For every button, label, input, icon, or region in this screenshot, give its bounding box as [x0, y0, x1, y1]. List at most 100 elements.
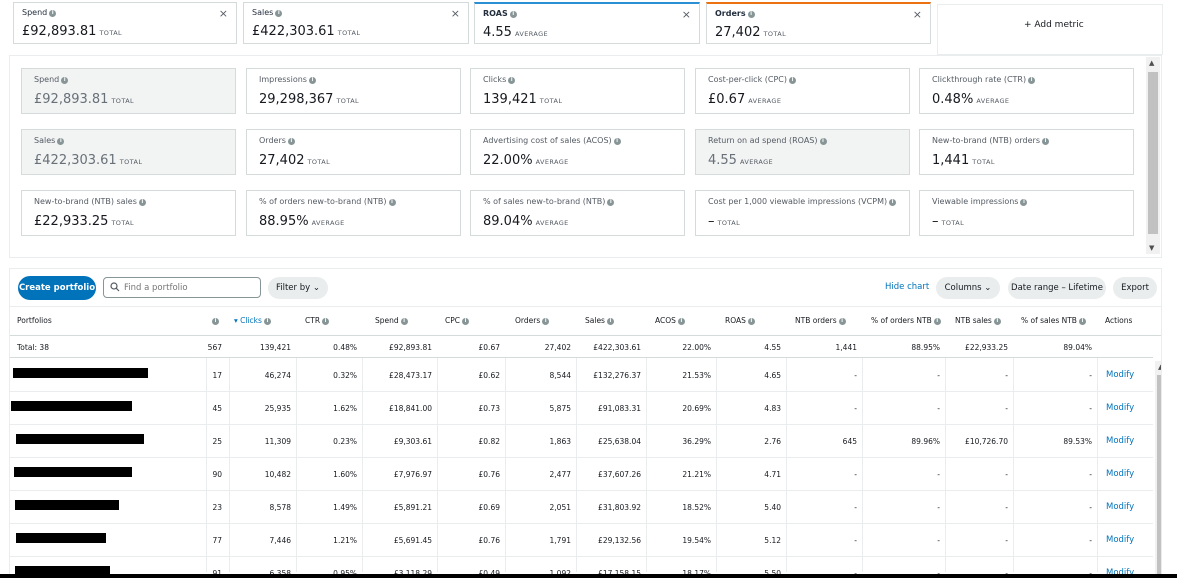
- metric-card[interactable]: Orders i 27,402 TOTAL: [246, 129, 461, 175]
- table-cell: 1.62%: [333, 404, 357, 413]
- search-input[interactable]: [124, 281, 256, 295]
- column-header[interactable]: Sales i: [585, 316, 614, 325]
- info-icon[interactable]: i: [1020, 199, 1028, 206]
- metric-grid-scrollbar[interactable]: ▲ ▼: [1146, 57, 1160, 254]
- info-icon[interactable]: i: [789, 77, 796, 84]
- tab-roas[interactable]: ROAS i 4.55 AVERAGE ×: [474, 2, 700, 44]
- column-header[interactable]: NTB orders i: [795, 316, 846, 325]
- close-icon[interactable]: ×: [219, 7, 228, 20]
- column-header[interactable]: % of sales NTB i: [1021, 316, 1086, 325]
- modify-link[interactable]: Modify: [1106, 370, 1134, 380]
- info-icon[interactable]: i: [322, 318, 330, 325]
- info-icon[interactable]: i: [57, 138, 65, 145]
- scrollbar-thumb[interactable]: [1157, 375, 1161, 575]
- tab-spend[interactable]: Spend i £92,893.81 TOTAL ×: [13, 2, 237, 44]
- column-header-label: NTB orders: [795, 316, 837, 325]
- modify-link[interactable]: Modify: [1106, 403, 1134, 413]
- info-icon[interactable]: i: [606, 318, 614, 325]
- info-icon[interactable]: i: [400, 318, 408, 325]
- column-header[interactable]: Orders i: [515, 316, 550, 325]
- metric-card[interactable]: New-to-brand (NTB) sales i £22,933.25 TOTAL: [21, 190, 236, 236]
- tab-orders[interactable]: Orders i 27,402 TOTAL ×: [706, 2, 931, 44]
- metric-card[interactable]: Clickthrough rate (CTR) i 0.48% AVERAGE: [919, 68, 1134, 114]
- info-icon[interactable]: i: [509, 11, 517, 18]
- export-button[interactable]: Export: [1113, 277, 1157, 299]
- columns-dropdown[interactable]: Columns ⌄: [936, 277, 1000, 299]
- info-icon[interactable]: i: [933, 318, 941, 325]
- info-icon[interactable]: i: [263, 318, 271, 325]
- modify-link[interactable]: Modify: [1106, 502, 1134, 512]
- total-cell: £22,933.25: [965, 343, 1008, 352]
- info-icon[interactable]: i: [212, 318, 219, 325]
- filter-by-dropdown[interactable]: Filter by ⌄: [268, 277, 328, 299]
- add-metric-button[interactable]: + Add metric: [937, 4, 1163, 55]
- info-icon[interactable]: i: [747, 318, 755, 325]
- metric-card[interactable]: Sales i £422,303.61 TOTAL: [21, 129, 236, 175]
- column-header[interactable]: ▾ Clicks i: [234, 316, 271, 325]
- info-icon[interactable]: i: [542, 318, 550, 325]
- metric-card[interactable]: Advertising cost of sales (ACOS) i 22.00% A…: [470, 129, 685, 175]
- search-box[interactable]: [103, 277, 261, 298]
- scrollbar-thumb[interactable]: [1148, 72, 1158, 234]
- metric-card[interactable]: Viewable impressions i – TOTAL: [919, 190, 1134, 236]
- info-icon[interactable]: i: [1042, 138, 1050, 145]
- column-header[interactable]: CPC i: [445, 316, 469, 325]
- column-header[interactable]: Actions: [1105, 316, 1132, 325]
- column-header[interactable]: Spend i: [375, 316, 408, 325]
- metric-card[interactable]: Spend i £92,893.81 TOTAL: [21, 68, 236, 114]
- info-icon[interactable]: i: [607, 199, 615, 206]
- info-icon[interactable]: i: [138, 199, 146, 206]
- scroll-up-icon[interactable]: ▲: [1149, 59, 1154, 67]
- info-icon[interactable]: i: [838, 318, 846, 325]
- column-header[interactable]: ROAS i: [725, 316, 755, 325]
- info-icon[interactable]: i: [61, 77, 69, 84]
- close-icon[interactable]: ×: [913, 8, 922, 21]
- metric-card[interactable]: Return on ad spend (ROAS) i 4.55 AVERAGE: [695, 129, 910, 175]
- scroll-up-icon[interactable]: ▲: [1158, 363, 1161, 371]
- metric-card[interactable]: Impressions i 29,298,367 TOTAL: [246, 68, 461, 114]
- tab-sales[interactable]: Sales i £422,303.61 TOTAL ×: [243, 2, 469, 44]
- metric-card[interactable]: Cost per 1,000 viewable impressions (VCP…: [695, 190, 910, 236]
- column-header[interactable]: ACOS i: [655, 316, 685, 325]
- info-icon[interactable]: i: [388, 199, 396, 206]
- modify-link[interactable]: Modify: [1106, 535, 1134, 545]
- info-icon[interactable]: i: [747, 11, 755, 18]
- metric-label: Cost per 1,000 viewable impressions (VCP…: [708, 197, 888, 206]
- create-portfolio-button[interactable]: Create portfolio: [18, 276, 96, 300]
- table-scrollbar[interactable]: ▲: [1155, 361, 1161, 577]
- metric-card[interactable]: New-to-brand (NTB) orders i 1,441 TOTAL: [919, 129, 1134, 175]
- column-header[interactable]: % of orders NTB i: [871, 316, 941, 325]
- info-icon[interactable]: i: [287, 138, 295, 145]
- column-header[interactable]: Portfolios: [17, 316, 52, 325]
- column-header[interactable]: i: [210, 316, 219, 325]
- info-icon[interactable]: i: [613, 138, 621, 145]
- column-header[interactable]: NTB sales i: [955, 316, 1001, 325]
- close-icon[interactable]: ×: [682, 8, 691, 21]
- modify-link[interactable]: Modify: [1106, 469, 1134, 479]
- info-icon[interactable]: i: [508, 77, 516, 84]
- metric-value: £22,933.25: [34, 214, 109, 229]
- info-icon[interactable]: i: [275, 10, 283, 17]
- table-cell: £37,607.26: [598, 470, 641, 479]
- info-icon[interactable]: i: [1028, 77, 1036, 84]
- info-icon[interactable]: i: [49, 10, 57, 17]
- info-icon[interactable]: i: [819, 138, 827, 145]
- info-icon[interactable]: i: [677, 318, 685, 325]
- info-icon[interactable]: i: [993, 318, 1001, 325]
- info-icon[interactable]: i: [462, 318, 469, 325]
- table-cell: £0.69: [478, 503, 500, 512]
- metric-card[interactable]: % of orders new-to-brand (NTB) i 88.95% AVE…: [246, 190, 461, 236]
- metric-card[interactable]: Cost-per-click (CPC) i £0.67 AVERAGE: [695, 68, 910, 114]
- info-icon[interactable]: i: [308, 77, 316, 84]
- table-cell: 4.65: [764, 371, 781, 380]
- column-header[interactable]: CTR i: [305, 316, 330, 325]
- date-range-button[interactable]: Date range – Lifetime: [1008, 277, 1106, 299]
- hide-chart-link[interactable]: Hide chart: [885, 282, 929, 292]
- metric-card[interactable]: Clicks i 139,421 TOTAL: [470, 68, 685, 114]
- close-icon[interactable]: ×: [451, 7, 460, 20]
- modify-link[interactable]: Modify: [1106, 436, 1134, 446]
- scroll-down-icon[interactable]: ▼: [1149, 244, 1154, 252]
- metric-card[interactable]: % of sales new-to-brand (NTB) i 89.04% AVER…: [470, 190, 685, 236]
- info-icon[interactable]: i: [889, 199, 897, 206]
- info-icon[interactable]: i: [1078, 318, 1086, 325]
